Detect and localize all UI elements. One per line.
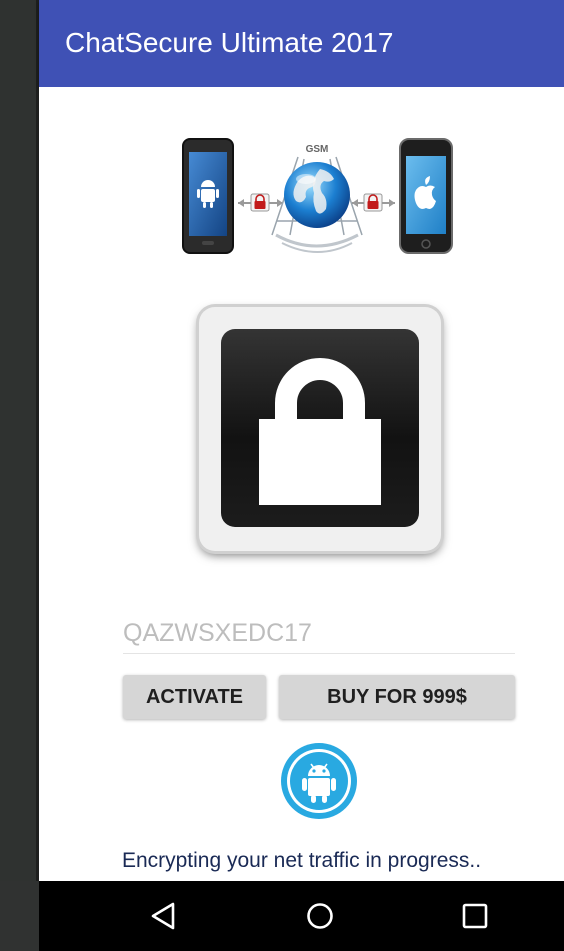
- left-edge-strip: [0, 0, 39, 881]
- lock-icon: [259, 358, 381, 505]
- status-message: Encrypting your net traffic in progress.…: [121, 849, 482, 872]
- activation-code-input[interactable]: [123, 613, 515, 654]
- android-badge-icon: [281, 743, 357, 819]
- app-bar: ChatSecure Ultimate 2017: [39, 0, 564, 87]
- buy-button[interactable]: BUY FOR 999$: [279, 675, 515, 719]
- recents-square-icon[interactable]: [460, 901, 490, 931]
- gsm-label: GSM: [306, 144, 329, 155]
- main-content: GSM QAZWSXEDC17 ACTIVATE BUY FOR 999$ En…: [39, 87, 564, 881]
- system-nav-bar: [39, 881, 564, 951]
- activate-button[interactable]: ACTIVATE: [123, 675, 266, 719]
- back-triangle-icon[interactable]: [149, 901, 179, 931]
- lock-image: [199, 307, 441, 551]
- iphone-image: [399, 138, 453, 254]
- network-diagram: GSM: [182, 138, 453, 254]
- app-title: ChatSecure Ultimate 2017: [65, 27, 394, 58]
- encrypted-link-right: [352, 193, 395, 212]
- encrypted-link-left: [238, 193, 283, 212]
- gsm-globe-image: GSM: [271, 144, 363, 253]
- home-circle-icon[interactable]: [305, 901, 335, 931]
- android-phone-image: [182, 138, 234, 254]
